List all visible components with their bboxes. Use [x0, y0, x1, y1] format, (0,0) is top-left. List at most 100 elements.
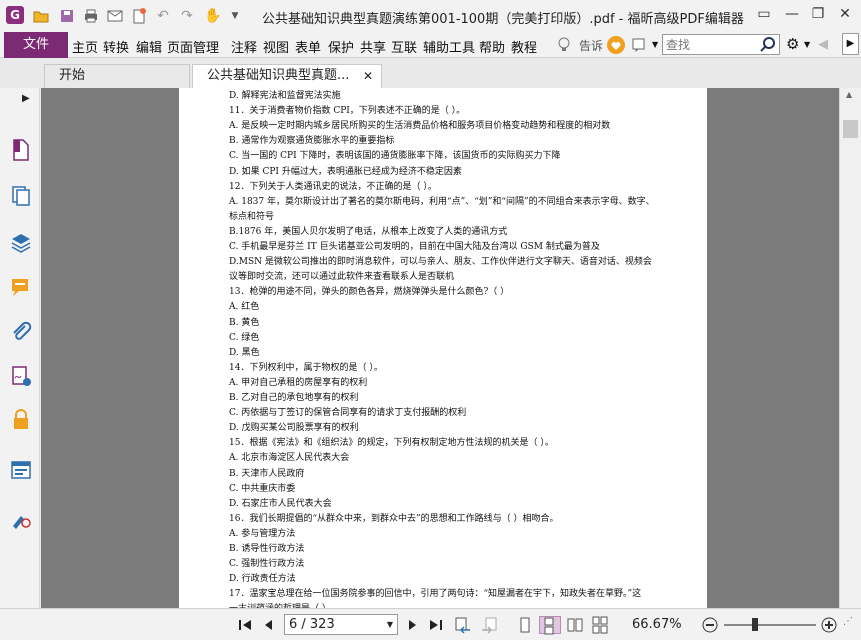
- document-text-line: 16．我们长期提倡的“从群众中来，到群众中去”的思想和工作路线与（ ）相吻合。: [229, 513, 559, 524]
- menu-convert[interactable]: 转换: [103, 37, 129, 56]
- lightbulb-icon[interactable]: [556, 36, 572, 58]
- tell-me-label[interactable]: 告诉: [579, 37, 603, 54]
- prev-page-icon[interactable]: [260, 616, 278, 634]
- email-icon[interactable]: [106, 7, 124, 25]
- search-box[interactable]: [662, 34, 780, 55]
- tab-document[interactable]: 公共基础知识典型真题... ✕: [192, 64, 382, 88]
- status-bar: 6 / 323 ▼ 66.67% ⋰: [0, 608, 861, 640]
- feedback-heart-icon[interactable]: [606, 35, 626, 59]
- minimize-icon[interactable]: —: [782, 4, 802, 24]
- menu-connect[interactable]: 互联: [391, 37, 417, 56]
- scroll-up-icon[interactable]: ▲: [846, 90, 852, 99]
- zoom-slider[interactable]: [724, 618, 816, 631]
- continuous-facing-icon[interactable]: [591, 616, 609, 634]
- single-page-icon[interactable]: [516, 616, 534, 634]
- chevron-down-icon[interactable]: ▼: [387, 615, 393, 634]
- zoom-level[interactable]: 66.67%: [632, 617, 682, 632]
- document-text-line: B. 天津市人民政府: [229, 468, 305, 479]
- facing-page-icon[interactable]: [566, 616, 584, 634]
- document-text-line: C. 当一国的 CPI 下降时，表明该国的通货膨胀率下降，该国货币的实际购买力下…: [229, 151, 561, 162]
- document-text-line: A. 甲对自己承租的房屋享有的权利: [229, 377, 368, 388]
- pages-icon[interactable]: [9, 138, 33, 162]
- hand-tool-icon[interactable]: ✋: [204, 7, 222, 25]
- document-text-line: A. 参与管理方法: [229, 528, 296, 539]
- document-text-line: A. 红色: [229, 302, 260, 313]
- menu-edit[interactable]: 编辑: [136, 37, 162, 56]
- continuous-page-icon[interactable]: [539, 616, 561, 635]
- next-page-icon[interactable]: [403, 616, 421, 634]
- menu-view[interactable]: 视图: [263, 37, 289, 56]
- menu-comment[interactable]: 注释: [231, 37, 257, 56]
- title-bar: G ↶ ↷ ✋ ▼ 公共基础知识典型真题演练第001-100期（完美打印版）.p…: [0, 0, 861, 32]
- comments-icon[interactable]: [9, 276, 33, 300]
- document-text-line: D. 解释宪法和监督宪法实施: [229, 91, 341, 101]
- ribbon-toggle-icon[interactable]: ▭: [754, 4, 774, 24]
- page-back-icon[interactable]: [454, 616, 472, 634]
- new-icon[interactable]: [130, 7, 148, 25]
- menu-protect[interactable]: 保护: [328, 37, 354, 56]
- scrollbar-thumb[interactable]: [843, 120, 858, 138]
- close-tab-icon[interactable]: ✕: [363, 65, 373, 87]
- form-icon[interactable]: [9, 458, 33, 482]
- file-menu-button[interactable]: 文件: [4, 32, 68, 58]
- pdf-page: D. 解释宪法和监督宪法实施 11．关于消费者物价指数 CPI，下列表述不正确的是…: [179, 88, 707, 608]
- menu-home[interactable]: 主页: [72, 37, 98, 56]
- document-text-line: C. 中共重庆市委: [229, 483, 296, 494]
- document-text-line: B.1876 年，美国人贝尔发明了电话，从根本上改变了人类的通讯方式: [229, 226, 508, 237]
- menu-form[interactable]: 表单: [295, 37, 321, 56]
- menu-tutorial[interactable]: 教程: [511, 37, 537, 56]
- chevron-down-icon[interactable]: ▼: [804, 40, 810, 49]
- tab-label: 公共基础知识典型真题...: [207, 68, 350, 83]
- expand-panel-icon[interactable]: ▶: [22, 92, 34, 116]
- menu-share[interactable]: 共享: [360, 37, 386, 56]
- save-icon[interactable]: [58, 7, 76, 25]
- document-text-line: B. 诱导性行政方法: [229, 544, 305, 554]
- document-viewport[interactable]: D. 解释宪法和监督宪法实施 11．关于消费者物价指数 CPI，下列表述不正确的是…: [41, 88, 839, 608]
- chevron-down-icon[interactable]: ▼: [652, 40, 658, 49]
- document-text-line: 14．下列权利中，属于物权的是（ ）。: [229, 362, 383, 373]
- print-icon[interactable]: [82, 7, 100, 25]
- scroll-left-icon[interactable]: ◀: [818, 37, 828, 52]
- chat-icon[interactable]: [631, 36, 649, 58]
- navigation-panel: ▶: [0, 88, 40, 608]
- restore-icon[interactable]: ❐: [808, 4, 828, 24]
- copy-icon[interactable]: [9, 184, 33, 208]
- first-page-icon[interactable]: [236, 616, 254, 634]
- document-text-line: 17．温家宝总理在给一位国务院参事的回信中，引用了两句诗：“知屋漏者在宇下，知政…: [229, 589, 642, 600]
- zoom-out-icon[interactable]: [701, 616, 719, 634]
- chevron-down-icon[interactable]: ▼: [226, 7, 244, 25]
- resize-grip-icon[interactable]: ⋰: [843, 616, 861, 634]
- redo-icon[interactable]: ↷: [178, 7, 196, 25]
- close-icon[interactable]: ✕: [835, 4, 855, 24]
- document-text-line: B. 乙对自己的承包地享有的权利: [229, 393, 359, 403]
- menu-page-manage[interactable]: 页面管理: [167, 37, 219, 56]
- search-input[interactable]: [666, 36, 756, 53]
- zoom-slider-handle[interactable]: [752, 618, 758, 631]
- tab-start[interactable]: 开始: [44, 64, 190, 88]
- gear-icon[interactable]: ⚙: [786, 35, 799, 53]
- page-number-value: 6 / 323: [289, 617, 335, 632]
- document-text-line: D. 行政责任方法: [229, 574, 296, 585]
- attachments-icon[interactable]: [9, 320, 33, 344]
- search-icon[interactable]: [759, 36, 777, 53]
- document-text-line: C. 强制性行政方法: [229, 559, 305, 570]
- menu-accessibility[interactable]: 辅助工具: [423, 37, 475, 56]
- vertical-scrollbar[interactable]: ▲: [839, 88, 861, 608]
- document-text-line: C. 绿色: [229, 332, 260, 343]
- scroll-right-icon[interactable]: ▶: [842, 33, 859, 55]
- app-logo-icon[interactable]: G: [6, 6, 24, 24]
- document-text-line: 15．根据《宪法》和《组织法》的规定，下列有权制定地方性法规的机关是（ ）。: [229, 438, 554, 449]
- certificate-icon[interactable]: [9, 506, 33, 530]
- zoom-in-icon[interactable]: [820, 616, 838, 634]
- document-text-line: 11．关于消费者物价指数 CPI，下列表述不正确的是（ ）。: [229, 106, 466, 117]
- page-forward-icon[interactable]: [480, 616, 498, 634]
- last-page-icon[interactable]: [427, 616, 445, 634]
- signature-icon[interactable]: [9, 364, 33, 388]
- tab-bar: 开始 公共基础知识典型真题... ✕: [0, 58, 861, 88]
- layers-icon[interactable]: [9, 230, 33, 254]
- security-icon[interactable]: [9, 408, 33, 432]
- menu-help[interactable]: 帮助: [479, 37, 505, 56]
- open-icon[interactable]: [32, 7, 50, 25]
- undo-icon[interactable]: ↶: [154, 7, 172, 25]
- page-number-field[interactable]: 6 / 323 ▼: [284, 614, 398, 635]
